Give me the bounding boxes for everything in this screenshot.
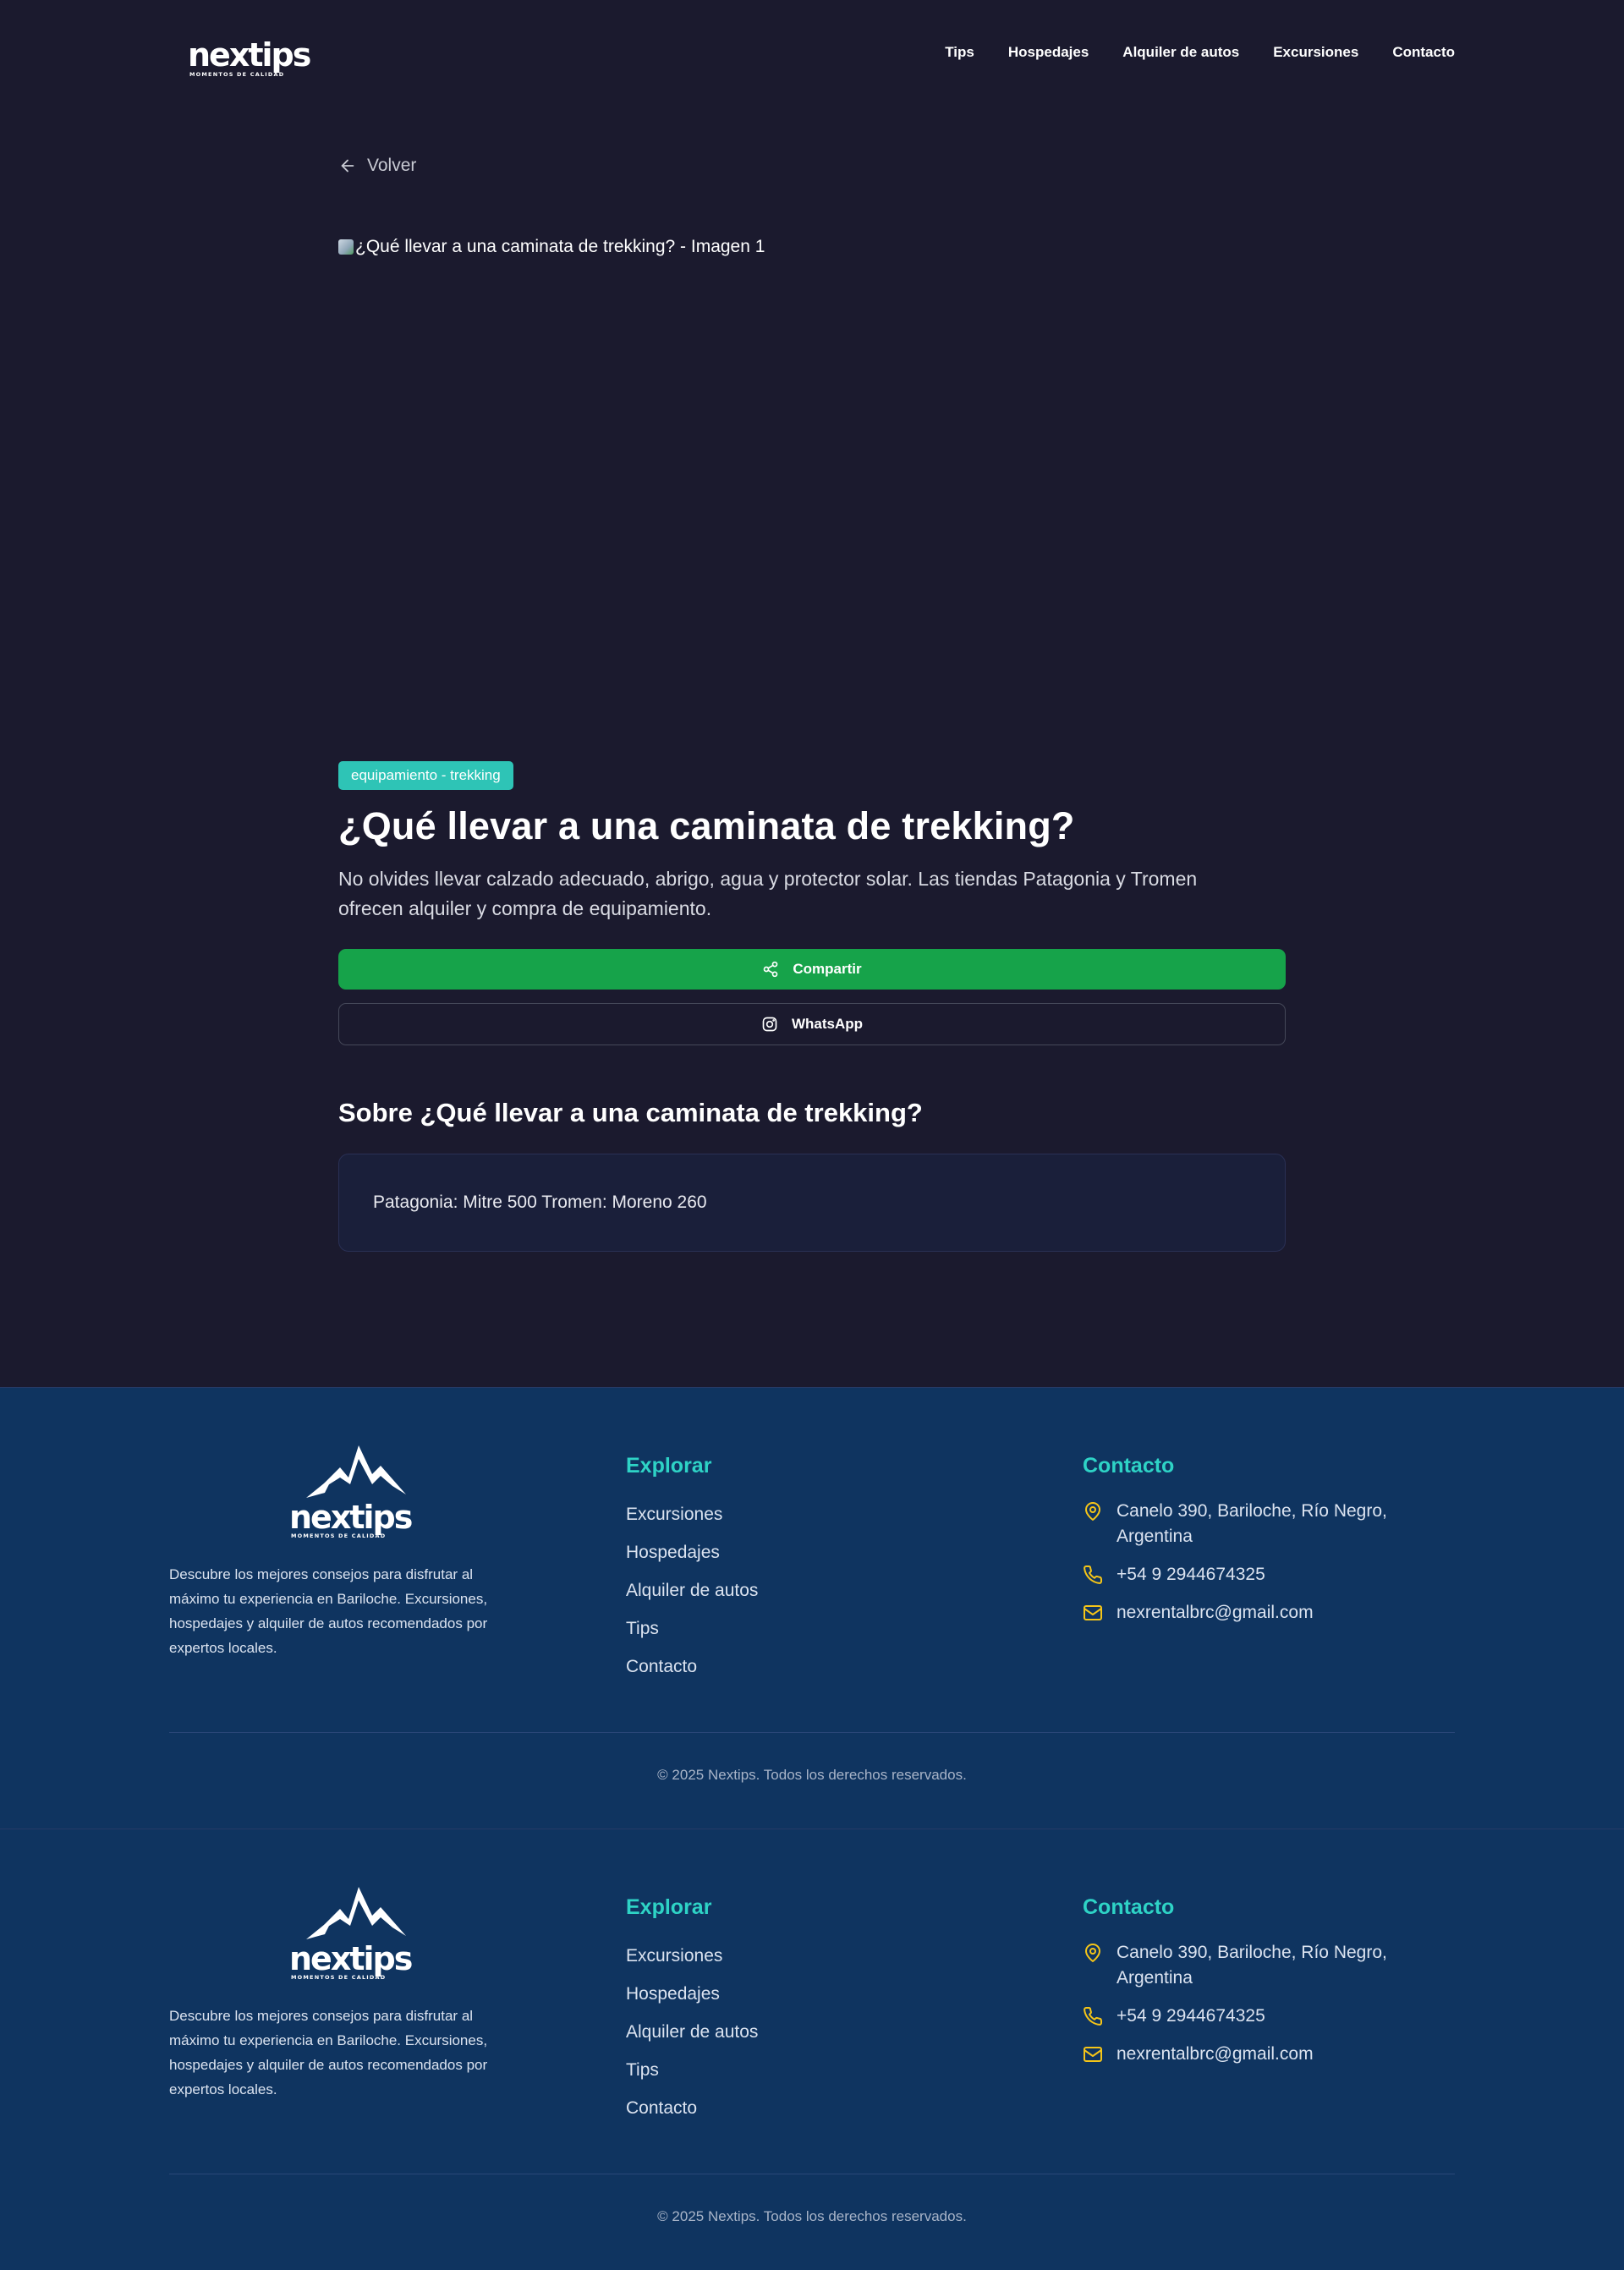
back-link[interactable]: Volver [338,152,1286,179]
footer-link-contacto[interactable]: Contacto [626,1648,758,1686]
phone-icon [1084,2006,1103,2026]
broken-image-icon [338,239,354,255]
footer-link-tips[interactable]: Tips [626,2051,758,2089]
footer-logo[interactable]: nextips MOMENTOS DE CALIDAD [288,1442,427,1540]
footer-link-alquiler-de-autos[interactable]: Alquiler de autos [626,1571,758,1609]
footer-link-hospedajes[interactable]: Hospedajes [626,1975,758,2013]
contact-title: Contacto [1083,1454,1175,1478]
contact-email[interactable]: nexrentalbrc@gmail.com [1083,1600,1438,1626]
contact-email[interactable]: nexrentalbrc@gmail.com [1083,2042,1438,2067]
svg-text:nextips: nextips [289,1499,412,1536]
footer-link-alquiler-de-autos[interactable]: Alquiler de autos [626,2013,758,2051]
back-label: Volver [367,156,417,175]
footer-divider [169,1732,1455,1733]
footer-link-excursiones[interactable]: Excursiones [626,1495,758,1533]
explore-title: Explorar [626,1895,712,1919]
contact-address: Canelo 390, Bariloche, Río Negro, Argent… [1083,1940,1438,1991]
article-description: No olvides llevar calzado adecuado, abri… [338,868,1198,919]
site-footer: nextips MOMENTOS DE CALIDAD Descubre los… [0,1387,1624,1829]
article-title: ¿Qué llevar a una caminata de trekking? [338,804,1075,847]
article-main: Volver ¿Qué llevar a una caminata de tre… [338,152,1286,1252]
site-header: nextips MOMENTOS DE CALIDAD Tips Hospeda… [0,0,1624,107]
nav-alquiler-de-autos[interactable]: Alquiler de autos [1122,44,1239,61]
footer-explore: Explorar Excursiones Hospedajes Alquiler… [626,1454,758,1686]
svg-text:MOMENTOS DE CALIDAD: MOMENTOS DE CALIDAD [291,1974,386,1981]
article-image: ¿Qué llevar a una caminata de trekking? … [338,237,1286,761]
contact-address: Canelo 390, Bariloche, Río Negro, Argent… [1083,1499,1438,1549]
whatsapp-label: WhatsApp [791,1016,864,1032]
share-icon [764,961,778,978]
about-title: Sobre ¿Qué llevar a una caminata de trek… [338,1098,923,1127]
about-card: Patagonia: Mitre 500 Tromen: Moreno 260 [338,1154,1286,1252]
footer-logo[interactable]: nextips MOMENTOS DE CALIDAD [288,1883,427,1982]
contact-phone[interactable]: +54 9 2944674325 [1083,1562,1438,1587]
email-text: nexrentalbrc@gmail.com [1116,2044,1314,2064]
footer-link-tips[interactable]: Tips [626,1609,758,1648]
footer-link-excursiones[interactable]: Excursiones [626,1937,758,1975]
instagram-icon [762,1017,777,1032]
phone-text: +54 9 2944674325 [1116,2006,1265,2026]
category-tag: equipamiento - trekking [338,761,513,790]
mail-icon [1084,1605,1102,1620]
mail-icon [1084,2047,1102,2062]
footer-contact: Contacto Canelo 390, Bariloche, Río Negr… [1083,1454,1438,1638]
about-text: Patagonia: Mitre 500 Tromen: Moreno 260 [373,1193,707,1212]
svg-text:MOMENTOS DE CALIDAD: MOMENTOS DE CALIDAD [291,1533,386,1539]
contact-phone[interactable]: +54 9 2944674325 [1083,2004,1438,2029]
svg-text:nextips: nextips [188,36,310,74]
map-pin-icon [1085,1502,1100,1521]
footer-description: Descubre los mejores consejos para disfr… [169,1566,488,1656]
phone-icon [1084,1565,1103,1584]
share-button[interactable]: Compartir [338,949,1286,990]
phone-text: +54 9 2944674325 [1116,1565,1265,1584]
nav-tips[interactable]: Tips [945,44,974,61]
nextips-logo[interactable]: nextips MOMENTOS DE CALIDAD [186,32,326,80]
footer-contact: Contacto Canelo 390, Bariloche, Río Negr… [1083,1895,1438,2080]
address-text: Canelo 390, Bariloche, Río Negro, Argent… [1116,1501,1387,1546]
footer-link-contacto[interactable]: Contacto [626,2089,758,2127]
map-pin-icon [1085,1944,1100,1962]
footer-explore: Explorar Excursiones Hospedajes Alquiler… [626,1895,758,2127]
share-label: Compartir [793,961,862,977]
svg-text:nextips: nextips [289,1940,412,1977]
svg-text:MOMENTOS DE CALIDAD: MOMENTOS DE CALIDAD [189,71,284,78]
email-text: nexrentalbrc@gmail.com [1116,1603,1314,1622]
copyright: © 2025 Nextips. Todos los derechos reser… [657,1767,967,1783]
main-nav: Tips Hospedajes Alquiler de autos Excurs… [945,44,1455,61]
nav-contacto[interactable]: Contacto [1392,44,1455,61]
arrow-left-icon [341,159,354,173]
site-footer-duplicate: nextips MOMENTOS DE CALIDAD Descubre los… [0,1829,1624,2270]
copyright: © 2025 Nextips. Todos los derechos reser… [657,2208,967,2224]
contact-title: Contacto [1083,1895,1175,1919]
article-image-alt: ¿Qué llevar a una caminata de trekking? … [355,237,765,256]
explore-title: Explorar [626,1454,712,1478]
nav-excursiones[interactable]: Excursiones [1273,44,1358,61]
nav-hospedajes[interactable]: Hospedajes [1008,44,1089,61]
address-text: Canelo 390, Bariloche, Río Negro, Argent… [1116,1943,1387,1988]
footer-description: Descubre los mejores consejos para disfr… [169,2008,488,2097]
mountain-icon [306,1445,406,1498]
footer-link-hospedajes[interactable]: Hospedajes [626,1533,758,1571]
mountain-icon [306,1887,406,1939]
whatsapp-button[interactable]: WhatsApp [338,1003,1286,1045]
